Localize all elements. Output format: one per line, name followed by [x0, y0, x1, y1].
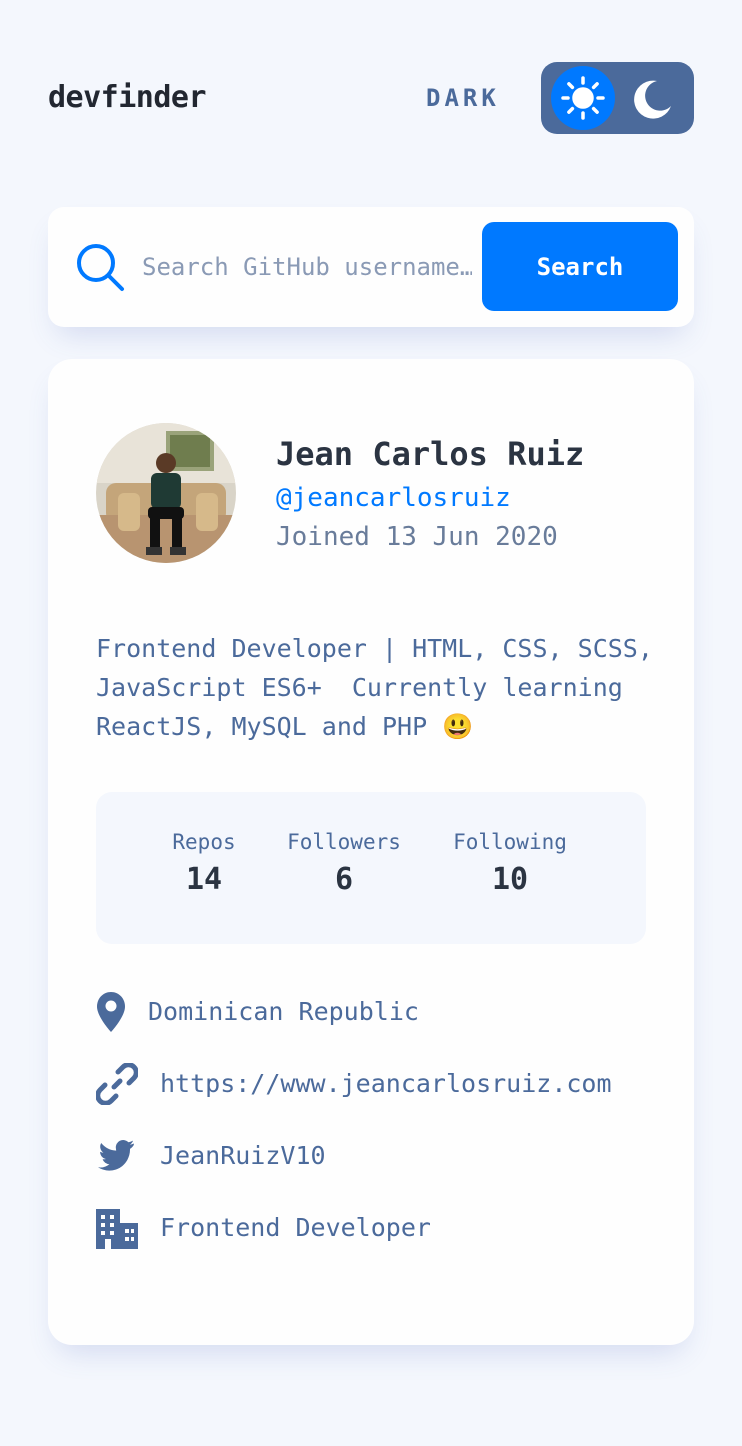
twitter-handle[interactable]: JeanRuizV10 [160, 1141, 326, 1170]
stat-repos-value: 14 [185, 862, 223, 897]
stat-followers-label: Followers [287, 830, 401, 854]
sun-icon[interactable] [561, 76, 605, 120]
info-company: Frontend Developer [96, 1207, 656, 1251]
link-icon [96, 1063, 138, 1105]
app-header: devfinder DARK [48, 62, 694, 134]
twitter-icon [98, 1140, 134, 1171]
stat-following-value: 10 [491, 862, 529, 897]
stat-following: Following 10 [446, 830, 574, 897]
app-logo: devfinder [48, 80, 207, 115]
search-button[interactable]: Search [482, 222, 678, 311]
stats-panel: Repos 14 Followers 6 Following 10 [96, 792, 646, 944]
stat-followers-value: 6 [334, 862, 354, 897]
company-text: Frontend Developer [160, 1213, 431, 1242]
website-link[interactable]: https://www.jeancarlosruiz.com [160, 1069, 612, 1098]
stat-repos: Repos 14 [168, 830, 240, 897]
search-bar: Search [48, 207, 694, 327]
stat-following-label: Following [453, 830, 567, 854]
theme-mode-label[interactable]: DARK [426, 84, 500, 112]
office-building-icon [96, 1209, 138, 1249]
avatar [96, 423, 236, 563]
info-website: https://www.jeancarlosruiz.com [96, 1063, 656, 1107]
user-bio: Frontend Developer | HTML, CSS, SCSS, Ja… [96, 634, 668, 741]
avatar-photo [96, 423, 236, 563]
user-login-link[interactable]: @jeancarlosruiz [276, 483, 511, 513]
stat-repos-label: Repos [172, 830, 236, 854]
moon-icon[interactable] [631, 78, 673, 120]
stat-followers: Followers 6 [280, 830, 408, 897]
search-input[interactable] [142, 247, 472, 287]
profile-card: Jean Carlos Ruiz @jeancarlosruiz Joined … [48, 359, 694, 1345]
user-name: Jean Carlos Ruiz [276, 435, 585, 473]
search-icon [77, 244, 124, 291]
location-pin-icon [97, 992, 125, 1032]
info-location: Dominican Republic [96, 991, 656, 1035]
location-text: Dominican Republic [148, 997, 419, 1026]
info-twitter: JeanRuizV10 [96, 1135, 656, 1179]
joined-date: Joined 13 Jun 2020 [276, 522, 558, 552]
theme-toggle[interactable] [541, 62, 694, 134]
